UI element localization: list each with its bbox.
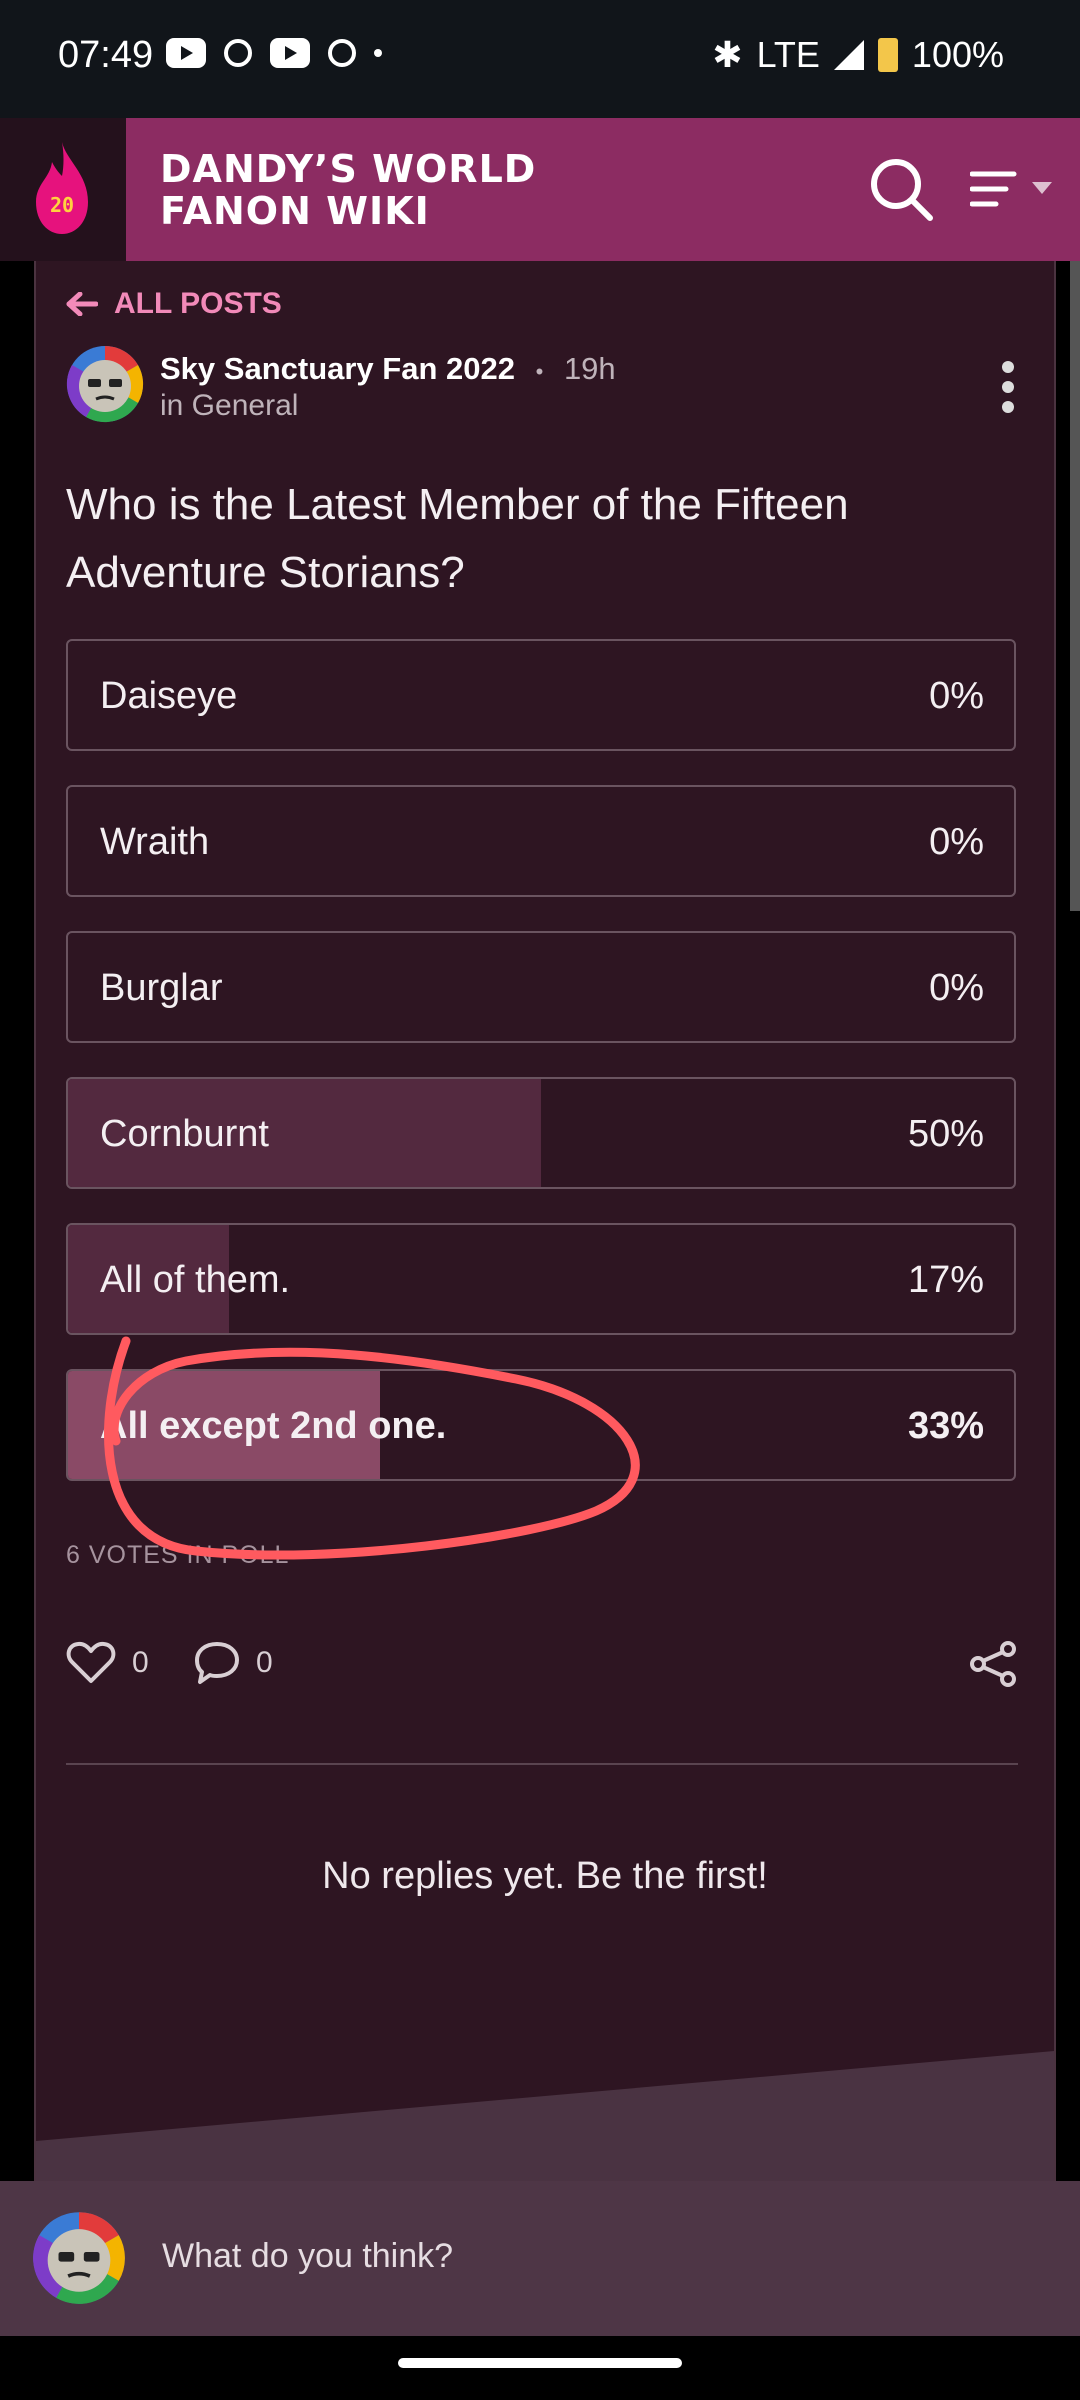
author-avatar[interactable]	[66, 345, 144, 423]
poll-option-label: Wraith	[100, 821, 210, 863]
comment-icon	[195, 1642, 239, 1684]
share-icon[interactable]	[968, 1641, 1018, 1687]
flame-logo-icon: 20	[36, 142, 88, 234]
home-handle[interactable]	[398, 2358, 682, 2368]
poll-option[interactable]: Wraith 0%	[66, 785, 1016, 897]
poll-option-percent: 17%	[907, 1259, 984, 1301]
post-category[interactable]: in General	[160, 389, 298, 423]
poll-option-label: Burglar	[100, 967, 223, 1009]
poll-question: Who is the Latest Member of the Fifteen …	[66, 480, 849, 597]
status-time: 07:49	[58, 34, 154, 76]
bluetooth-icon: ✱	[712, 34, 743, 75]
poll-option-label: All except 2nd one.	[100, 1405, 447, 1447]
wiki-logo[interactable]: 20	[0, 118, 126, 261]
heart-icon	[66, 1641, 116, 1683]
footer-decoration	[36, 2051, 1054, 2181]
logo-badge: 20	[50, 193, 74, 217]
scrollbar[interactable]	[1070, 261, 1080, 911]
poll-option-label: Daiseye	[100, 675, 238, 717]
poll-option[interactable]: Daiseye 0%	[66, 639, 1016, 751]
arrow-left-icon	[66, 292, 98, 316]
divider	[66, 1763, 1018, 1765]
battery-icon	[877, 38, 898, 72]
notification-icons	[166, 38, 382, 68]
poll-option-percent: 33%	[907, 1405, 984, 1447]
poll-option-percent: 0%	[929, 821, 984, 863]
status-bar: 07:49 ✱ LTE 100%	[0, 0, 1080, 118]
back-to-all-posts[interactable]: ALL POSTS	[66, 287, 282, 321]
comment-button[interactable]: 0	[194, 1641, 273, 1685]
gesture-nav-bar	[0, 2336, 1080, 2400]
no-replies-message: No replies yet. Be the first!	[322, 1855, 768, 1897]
post-card: ALL POSTS Sky Sanctuary Fan 2022 • 19h i…	[34, 261, 1056, 2181]
alarm-icon	[224, 39, 252, 67]
poll-option-label: All of them.	[100, 1259, 291, 1301]
battery-level: 100%	[911, 34, 1004, 75]
poll-option[interactable]: All of them. 17%	[66, 1223, 1016, 1335]
poll: Daiseye 0% Wraith 0% Burglar 0% Cornburn…	[66, 639, 1018, 1515]
check-circle-icon	[328, 39, 356, 67]
search-icon[interactable]	[868, 156, 934, 222]
like-count: 0	[132, 1646, 149, 1679]
author-row: Sky Sanctuary Fan 2022 • 19h in General	[66, 345, 616, 428]
reply-input[interactable]: What do you think?	[162, 2237, 453, 2276]
post-actions: 0 0	[66, 1641, 1018, 1701]
poll-option-percent: 50%	[907, 1113, 984, 1155]
user-avatar[interactable]	[32, 2211, 126, 2305]
meta-separator: •	[535, 359, 544, 384]
more-notifications-icon	[374, 49, 382, 57]
network-type: LTE	[756, 34, 820, 75]
comment-count: 0	[256, 1646, 273, 1679]
reply-bar: What do you think?	[0, 2181, 1080, 2336]
signal-icon	[833, 40, 864, 70]
post-options-icon[interactable]	[1002, 361, 1014, 421]
poll-option-selected[interactable]: All except 2nd one. 33%	[66, 1369, 1016, 1481]
left-margin	[0, 261, 34, 2181]
poll-vote-count: 6 VOTES IN POLL	[66, 1541, 290, 1569]
all-posts-label: ALL POSTS	[114, 287, 282, 320]
system-icons: ✱ LTE 100%	[712, 34, 1004, 76]
poll-option-percent: 0%	[929, 967, 984, 1009]
wiki-header: 20 DANDY’S WORLD FANON WIKI	[0, 118, 1080, 261]
menu-icon[interactable]	[970, 170, 1060, 210]
like-button[interactable]: 0	[66, 1641, 149, 1685]
author-name[interactable]: Sky Sanctuary Fan 2022	[160, 351, 515, 386]
poll-option-percent: 0%	[929, 675, 984, 717]
poll-option[interactable]: Cornburnt 50%	[66, 1077, 1016, 1189]
poll-option-label: Cornburnt	[100, 1113, 269, 1155]
youtube-icon	[270, 38, 310, 68]
youtube-icon	[166, 38, 206, 68]
post-time: 19h	[563, 351, 616, 386]
site-title[interactable]: DANDY’S WORLD FANON WIKI	[160, 148, 700, 232]
poll-option[interactable]: Burglar 0%	[66, 931, 1016, 1043]
